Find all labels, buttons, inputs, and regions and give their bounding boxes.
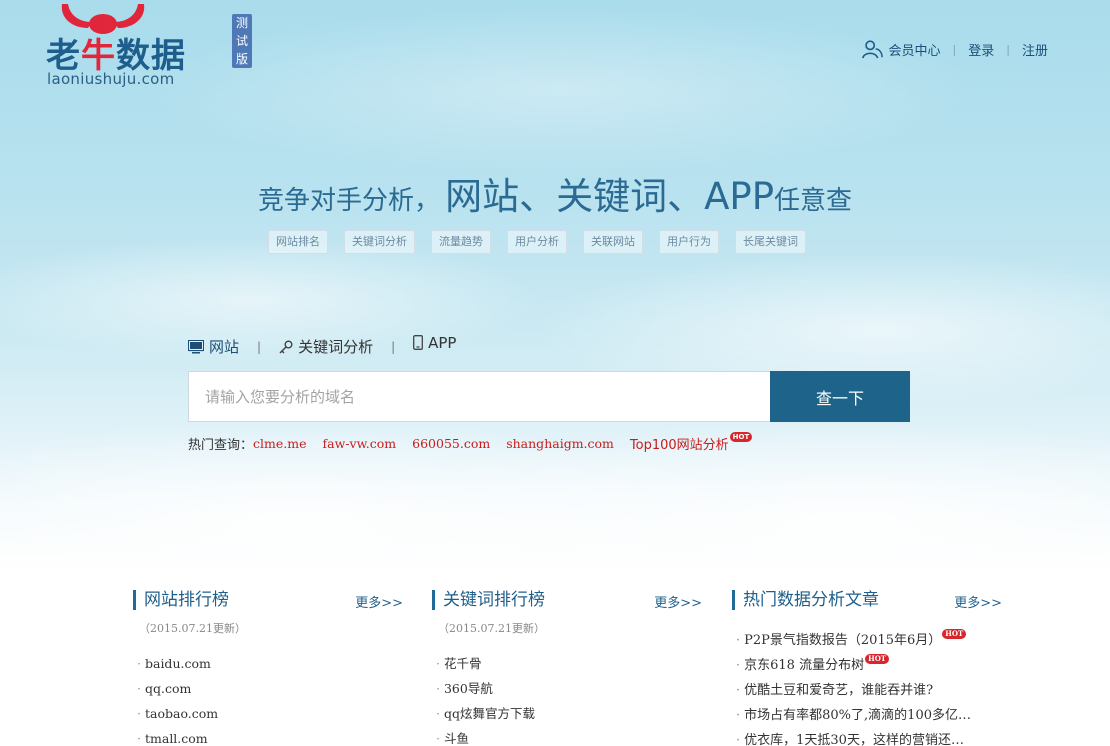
tab-keyword-label: 关键词分析 (298, 338, 374, 356)
list-item-label: 花千骨 (443, 656, 482, 671)
beta-badge: 测试版 (232, 14, 253, 68)
search-box: 查一下 (188, 371, 910, 422)
nav-separator: | (952, 42, 957, 56)
search-tabs: 网站 | 关键词分析 | APP (188, 334, 456, 357)
logo-domain: laoniushuju.com (47, 70, 175, 88)
list-item-label: 市场占有率都80%了,滴滴的100多亿… (744, 708, 971, 723)
bullet: · (736, 683, 741, 698)
register-link[interactable]: 注册 (1022, 40, 1048, 59)
keyword-ranking-more-link[interactable]: 更多>> (654, 592, 702, 611)
list-item-label: qq炫舞官方下载 (443, 706, 535, 721)
nav-separator: | (1006, 42, 1010, 56)
hot-query-label: 热门查询： (188, 438, 254, 453)
key-icon (279, 340, 293, 354)
hot-queries: 热门查询： clme.me faw-vw.com 660055.com shan… (188, 432, 768, 453)
list-item[interactable]: · 花千骨 (432, 651, 702, 676)
search-button[interactable]: 查一下 (770, 371, 910, 422)
headline: 竞争对手分析， 网站、关键词、APP任意查 (0, 166, 1110, 220)
member-center-link[interactable]: 会员中心 (889, 40, 941, 59)
user-icon (861, 40, 883, 59)
tab-keyword[interactable]: 关键词分析 (279, 336, 373, 357)
list-item-label: P2P景气指数报告（2015年6月） (744, 633, 942, 648)
feature-tag: 网站排名 (268, 230, 328, 254)
hot-badge: HOT (865, 654, 890, 664)
bullet: · (436, 681, 440, 696)
hot-query-link[interactable]: shanghaigm.com (506, 436, 614, 451)
list-item[interactable]: · 市场占有率都80%了,滴滴的100多亿… (732, 703, 1002, 728)
list-item-label: 优衣库，1天抵30天，这样的营销还… (744, 733, 964, 746)
bullet: · (736, 633, 741, 648)
keyword-ranking-list: · 花千骨 · 360导航 · qq炫舞官方下载 · 斗鱼 (432, 651, 702, 746)
login-link[interactable]: 登录 (968, 40, 994, 59)
domain-search-input[interactable] (188, 371, 770, 422)
list-item-label: 京东618 流量分布树 (744, 658, 865, 673)
site-logo[interactable]: 老牛数据 laoniushuju.com 测试版 (46, 2, 253, 92)
list-item-label: 斗鱼 (443, 731, 469, 746)
tab-website-label: 网站 (209, 338, 240, 356)
bullet: · (436, 706, 440, 721)
bullet: · (736, 658, 741, 673)
top-nav: 会员中心 | 登录 | 注册 (861, 38, 1048, 60)
bullet: · (736, 708, 741, 723)
articles-list: · P2P景气指数报告（2015年6月） HOT · 京东618 流量分布树 HOT ·… (732, 628, 1002, 746)
top100-label: Top100网站分析 (629, 438, 729, 453)
feature-tag: 长尾关键词 (735, 230, 806, 254)
list-item[interactable]: · 优酷土豆和爱奇艺，谁能吞并谁? (732, 678, 1002, 703)
list-item[interactable]: · 京东618 流量分布树 HOT (732, 653, 1002, 678)
feature-tag: 关联网站 (583, 230, 643, 254)
tab-separator: | (391, 339, 396, 354)
hot-query-link[interactable]: clme.me (253, 436, 306, 451)
list-item-label: tmall.com (144, 731, 208, 746)
bullet: · (137, 681, 141, 696)
tab-separator: | (257, 339, 262, 354)
site-ranking-more-link[interactable]: 更多>> (355, 592, 403, 611)
hot-query-link[interactable]: 660055.com (412, 436, 490, 451)
headline-part1: 竞争对手分析， (257, 186, 440, 216)
list-item-label: qq.com (144, 681, 192, 696)
tab-app[interactable]: APP (413, 334, 456, 352)
site-ranking-list: · baidu.com · qq.com · taobao.com · tmall.co… (133, 651, 403, 746)
hot-badge: HOT (729, 432, 753, 442)
bullet: · (137, 656, 141, 671)
headline-part3: 任意查 (774, 186, 853, 216)
site-ranking-updated: （2015.07.21更新） (139, 622, 246, 635)
tab-website[interactable]: 网站 (188, 336, 239, 357)
list-item-label: baidu.com (144, 656, 211, 671)
feature-tags: 网站排名 关键词分析 流量趋势 用户分析 关联网站 用户行为 长尾关键词 (268, 230, 806, 254)
hot-query-link[interactable]: faw-vw.com (323, 436, 397, 451)
feature-tag: 用户分析 (507, 230, 567, 254)
list-item[interactable]: · 360导航 (432, 676, 702, 701)
list-item[interactable]: · taobao.com (133, 701, 403, 726)
list-item[interactable]: · tmall.com (133, 726, 403, 746)
keyword-ranking-panel: 关键词排行榜 更多>> （2015.07.21更新） · 花千骨 · 360导航 ·… (432, 590, 702, 746)
site-ranking-panel: 网站排行榜 更多>> （2015.07.21更新） · baidu.com · qq… (133, 590, 403, 746)
bullet: · (736, 733, 741, 746)
list-item-label: 360导航 (443, 681, 493, 696)
tab-app-label: APP (428, 333, 457, 352)
list-item[interactable]: · 优衣库，1天抵30天，这样的营销还… (732, 728, 1002, 746)
list-item[interactable]: · qq.com (133, 676, 403, 701)
bullet: · (137, 731, 141, 746)
hot-badge: HOT (942, 629, 967, 639)
feature-tag: 用户行为 (659, 230, 719, 254)
bullet: · (137, 706, 141, 721)
list-item[interactable]: · baidu.com (133, 651, 403, 676)
list-item[interactable]: · 斗鱼 (432, 726, 702, 746)
feature-tag: 流量趋势 (431, 230, 491, 254)
headline-part2: 网站、关键词、APP (445, 175, 775, 218)
list-item[interactable]: · P2P景气指数报告（2015年6月） HOT (732, 628, 1002, 653)
articles-more-link[interactable]: 更多>> (954, 592, 1002, 611)
list-item-label: 优酷土豆和爱奇艺，谁能吞并谁? (744, 683, 934, 698)
mobile-phone-icon (413, 335, 424, 350)
monitor-icon (188, 339, 204, 353)
feature-tag: 关键词分析 (344, 230, 415, 254)
list-item[interactable]: · qq炫舞官方下载 (432, 701, 702, 726)
bullet: · (436, 731, 440, 746)
top100-analysis-link[interactable]: Top100网站分析HOT (629, 432, 753, 453)
list-item-label: taobao.com (144, 706, 219, 721)
articles-panel: 热门数据分析文章 更多>> · P2P景气指数报告（2015年6月） HOT · 京东… (732, 590, 1002, 746)
bullet: · (436, 656, 440, 671)
keyword-ranking-updated: （2015.07.21更新） (438, 622, 545, 635)
